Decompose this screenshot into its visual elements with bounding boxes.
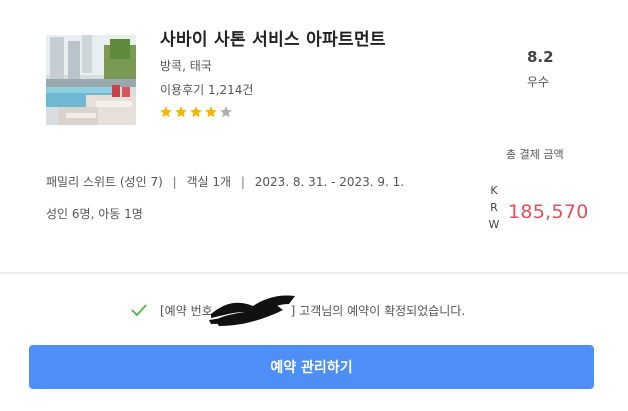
currency-code: K R W [488,182,500,233]
review-count: 이용후기 1,214건 [160,81,253,98]
total-price-label: 총 결제 금액 [506,148,564,161]
room-count: 객실 1개 [186,175,232,189]
booking-card: 사바이 사톤 서비스 아파트먼트 방콕, 태국 이용후기 1,214건 8.2 … [0,0,628,272]
stay-dates: 2023. 8. 31. - 2023. 9. 1. [254,175,405,189]
currency-letter: W [488,218,500,231]
hotel-name[interactable]: 사바이 사톤 서비스 아파트먼트 [160,25,386,50]
star-rating [159,105,233,119]
total-price: 185,570 [508,201,589,223]
hotel-location: 방콕, 태국 [160,59,212,73]
hotel-image[interactable] [46,35,136,125]
currency-letter: R [490,201,498,214]
currency-letter: K [490,184,498,197]
star-icon [220,106,232,118]
divider [0,272,628,274]
room-type: 패밀리 스위트 (성인 7) [46,175,163,189]
manage-booking-button[interactable]: 예약 관리하기 [29,345,594,389]
redacted-booking-number [208,295,295,326]
confirmation-suffix: ] 고객님의 예약이 확정되었습니다. [290,303,466,318]
confirmation-message: [예약 번호 ] 고객님의 예약이 확정되었습니다. [130,295,466,326]
star-icon [190,106,202,118]
room-info: 패밀리 스위트 (성인 7) | 객실 1개 | 2023. 8. 31. - … [46,173,404,190]
review-label: 이용후기 [160,83,205,97]
check-icon [131,304,147,317]
review-score: 8.2 [527,48,554,66]
separator: | [172,175,177,189]
star-icon [205,106,217,118]
review-grade: 우수 [527,75,550,89]
guest-count: 성인 6명, 아동 1명 [46,207,143,221]
separator: | [240,175,245,189]
star-icon [175,106,187,118]
star-icon [160,106,172,118]
review-count-value: 1,214건 [208,83,254,97]
